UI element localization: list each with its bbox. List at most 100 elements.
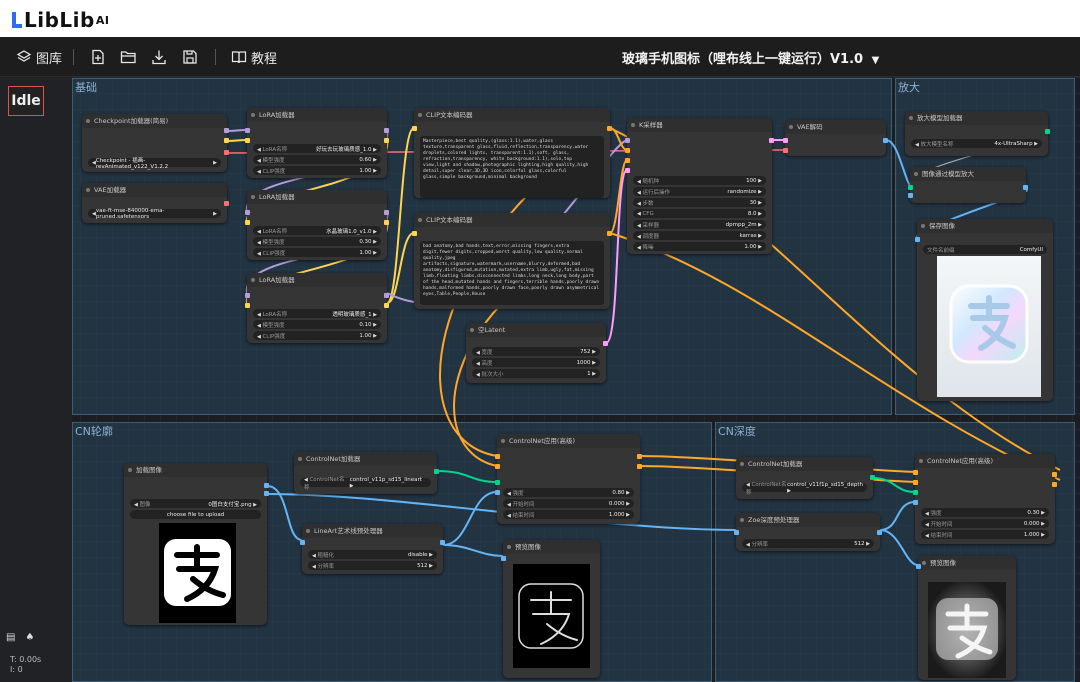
node-checkpoint-loader[interactable]: Checkpoint加载器(简易) ◀ Checkpoint - 插画-revAn… xyxy=(82,114,229,172)
node-preview-image-1[interactable]: 预览图像 xyxy=(501,540,600,678)
output-image-preview[interactable] xyxy=(937,256,1041,397)
input-port[interactable] xyxy=(245,303,250,308)
node-vae-loader[interactable]: VAE加载器 ◀ vae-ft-mse-840000-ema-pruned.saf… xyxy=(82,183,229,223)
input-port[interactable] xyxy=(734,530,739,535)
arrow-right-icon[interactable]: ▶ xyxy=(213,211,217,217)
upload-button[interactable]: choose file to upload xyxy=(130,510,261,519)
node-clip-text-positive[interactable]: CLIP文本编码器 Masterpiece,best quality,(glas… xyxy=(412,108,612,198)
scheduler-select[interactable]: ◀ 调度器 karras ▶ xyxy=(633,231,766,240)
workflow-title-dropdown[interactable]: 玻璃手机图标（哩布线上一键运行）V1.0 ▼ xyxy=(622,48,879,67)
input-port[interactable] xyxy=(908,193,913,198)
input-port[interactable] xyxy=(913,490,918,495)
seed-field[interactable]: ◀ 随机种 100 ▶ xyxy=(633,176,766,185)
input-port[interactable] xyxy=(300,540,305,545)
resolution-field[interactable]: ◀ 分辨率 512 ▶ xyxy=(742,539,874,548)
node-empty-latent[interactable]: 空Latent ◀ 宽度 752 ▶ ◀ 高度 1000 ▶ ◀ 批次大小 1 ▶ xyxy=(466,323,608,383)
input-port[interactable] xyxy=(625,168,630,173)
node-preview-image-2[interactable]: 预览图像 xyxy=(916,556,1016,680)
lora-name-select[interactable]: ◀ LoRA名称 好玩去玩玻璃质感_1.0 ▶ xyxy=(253,144,381,153)
input-image-preview[interactable] xyxy=(159,523,236,623)
strength-field[interactable]: ◀ 强度 0.80 ▶ xyxy=(503,488,634,497)
end-percent-field[interactable]: ◀ 结束时间 1.000 ▶ xyxy=(503,510,634,519)
brand-logo[interactable]: LibLib AI xyxy=(12,8,109,32)
depth-preview-image[interactable] xyxy=(928,582,1006,678)
node-lora-loader-3[interactable]: LoRA加载器 ◀ LoRA名称 透明玻璃质感_1 ▶ ◀ 模型强度 0.10 ▶ … xyxy=(245,273,389,343)
input-port[interactable] xyxy=(245,220,250,225)
download-button[interactable] xyxy=(151,37,167,77)
gallery-button[interactable]: 图库 xyxy=(16,37,62,77)
vae-select[interactable]: ◀ vae-ft-mse-840000-ema-pruned.safetensor… xyxy=(88,208,221,220)
output-port[interactable] xyxy=(384,128,389,133)
input-port[interactable] xyxy=(245,210,250,215)
strength-field[interactable]: ◀ 强度 0.30 ▶ xyxy=(921,508,1049,517)
output-port[interactable] xyxy=(434,469,439,474)
node-upscale-with-model[interactable]: 图像通过模型放大 xyxy=(908,167,1028,203)
node-save-image[interactable]: 保存图像 文件名前缀 ComfyUI xyxy=(915,219,1053,401)
height-field[interactable]: ◀ 高度 1000 ▶ xyxy=(472,358,600,367)
tutorial-button[interactable]: 教程 xyxy=(231,37,277,77)
lineart-preview-image[interactable] xyxy=(513,564,590,668)
node-vae-decode[interactable]: VAE解码 xyxy=(783,120,888,156)
output-port[interactable] xyxy=(769,138,774,143)
input-port[interactable] xyxy=(783,138,788,143)
input-port[interactable] xyxy=(913,480,918,485)
model-strength-slider[interactable]: ◀ 模型强度 0.30 ▶ xyxy=(253,237,381,246)
coarse-select[interactable]: ◀ 粗糙化 disable ▶ xyxy=(308,550,437,559)
open-folder-button[interactable] xyxy=(120,37,137,77)
controlnet-model-select[interactable]: ◀ ControlNet名称 control_v11f1p_sd15_depth … xyxy=(742,482,867,496)
input-port[interactable] xyxy=(501,556,506,561)
resolution-field[interactable]: ◀ 分辨率 512 ▶ xyxy=(308,561,437,570)
batch-size-field[interactable]: ◀ 批次大小 1 ▶ xyxy=(472,369,600,378)
node-ksampler[interactable]: K采样器 ◀ 随机种 100 ▶ ◀ 运行后操作 randomize ▶ ◀ 步数 3… xyxy=(625,118,774,254)
width-field[interactable]: ◀ 宽度 752 ▶ xyxy=(472,347,600,356)
input-port[interactable] xyxy=(908,185,913,190)
denoise-field[interactable]: ◀ 降噪 1.00 ▶ xyxy=(633,242,766,251)
output-port[interactable] xyxy=(224,150,229,155)
output-port[interactable] xyxy=(607,231,612,236)
node-load-image[interactable]: 加载图像 ◀ 图像 0图白支付宝.png ▶ choose file to upl… xyxy=(124,463,269,625)
cfg-field[interactable]: ◀ CFG 8.0 ▶ xyxy=(633,209,766,218)
output-port[interactable] xyxy=(1052,482,1057,487)
input-port[interactable] xyxy=(783,148,788,153)
lora-name-select[interactable]: ◀ LoRA名称 透明玻璃质感_1 ▶ xyxy=(253,309,381,318)
upscale-model-select[interactable]: ◀ 放大模型名称 4x-UltraSharp ▶ xyxy=(911,139,1042,148)
output-port[interactable] xyxy=(224,138,229,143)
input-port[interactable] xyxy=(412,231,417,236)
input-port[interactable] xyxy=(625,138,630,143)
end-percent-field[interactable]: ◀ 结束时间 1.000 ▶ xyxy=(921,530,1049,539)
controlnet-model-select[interactable]: ◀ ControlNet名称 control_v11p_sd15_lineart … xyxy=(300,477,431,491)
node-zoe-depth-preprocessor[interactable]: Zoe深度预处理器 ◀ 分辨率 512 ▶ xyxy=(734,513,882,551)
image-select[interactable]: ◀ 图像 0图白支付宝.png ▶ xyxy=(130,499,261,508)
input-port[interactable] xyxy=(625,158,630,163)
input-port[interactable] xyxy=(915,237,920,242)
output-port[interactable] xyxy=(870,475,875,480)
node-clip-text-negative[interactable]: CLIP文本编码器 bad anatomy,bad hands,text,err… xyxy=(412,213,612,309)
node-upscale-model-loader[interactable]: 放大模型加载器 ◀ 放大模型名称 4x-UltraSharp ▶ xyxy=(905,111,1050,156)
input-port[interactable] xyxy=(913,500,918,505)
input-port[interactable] xyxy=(495,490,500,495)
output-port[interactable] xyxy=(264,483,269,488)
filename-prefix-field[interactable]: 文件名前缀 ComfyUI xyxy=(923,245,1047,254)
model-strength-slider[interactable]: ◀ 模型强度 0.60 ▶ xyxy=(253,155,381,164)
save-button[interactable] xyxy=(182,37,198,77)
node-lineart-preprocessor[interactable]: LineArt艺术线预处理器 ◀ 粗糙化 disable ▶ ◀ 分辨率 512 ▶ xyxy=(300,524,445,574)
node-lora-loader-2[interactable]: LoRA加载器 ◀ LoRA名称 水晶玻璃1.0_v1.0 ▶ ◀ 模型强度 0.3… xyxy=(245,190,389,260)
output-port[interactable] xyxy=(1045,129,1050,134)
input-port[interactable] xyxy=(913,470,918,475)
node-controlnet-apply-2[interactable]: ControlNet应用(高级) ◀ 强度 0.30 ▶ ◀ 开始时间 0.000 … xyxy=(913,454,1057,544)
output-port[interactable] xyxy=(224,128,229,133)
document-icon[interactable]: ▤ xyxy=(6,632,15,643)
bulb-icon[interactable]: ♠ xyxy=(25,632,34,643)
input-port[interactable] xyxy=(245,138,250,143)
output-port[interactable] xyxy=(637,464,642,469)
clip-strength-slider[interactable]: ◀ CLIP强度 1.00 ▶ xyxy=(253,248,381,257)
output-port[interactable] xyxy=(224,201,229,206)
arrow-right-icon[interactable]: ▶ xyxy=(213,160,217,166)
clip-strength-slider[interactable]: ◀ CLIP强度 1.00 ▶ xyxy=(253,166,381,175)
model-strength-slider[interactable]: ◀ 模型强度 0.10 ▶ xyxy=(253,320,381,329)
start-percent-field[interactable]: ◀ 开始时间 0.000 ▶ xyxy=(503,499,634,508)
output-port[interactable] xyxy=(1023,185,1028,190)
node-controlnet-loader-1[interactable]: ControlNet加载器 ◀ ControlNet名称 control_v11p… xyxy=(294,452,439,494)
input-port[interactable] xyxy=(495,480,500,485)
input-port[interactable] xyxy=(495,464,500,469)
